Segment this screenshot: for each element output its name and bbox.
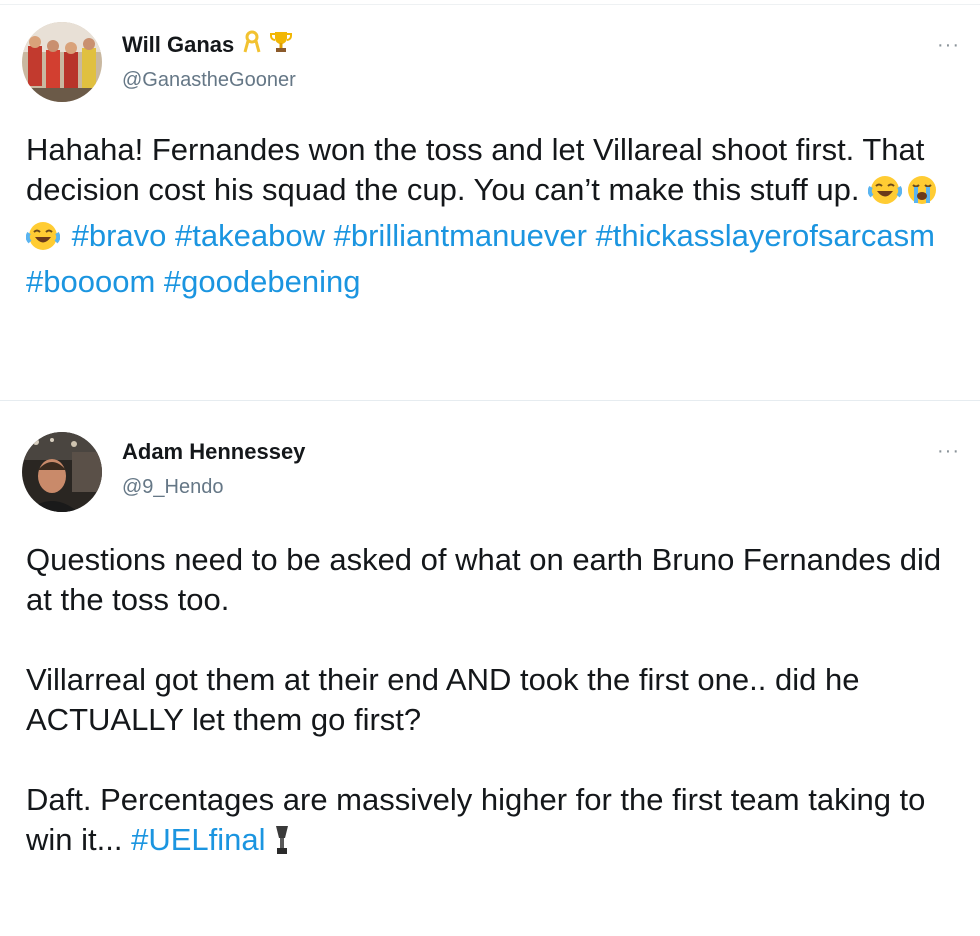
tweet-text: Questions need to be asked of what on ea… — [26, 540, 966, 866]
tweet-paragraph: Questions need to be asked of what on ea… — [26, 542, 942, 617]
hashtag-link[interactable]: #UELfinal — [131, 822, 265, 857]
hashtag-link[interactable]: #thickasslayerofsarcasm — [596, 218, 935, 253]
yellow-ribbon-icon — [243, 30, 261, 59]
handle[interactable]: @9_Hendo — [122, 474, 305, 500]
face-with-tears-of-joy-icon — [25, 220, 61, 262]
user-info: Will Ganas @GanastheGooner — [122, 30, 296, 93]
tweet-text: Hahaha! Fernandes won the toss and let V… — [25, 130, 966, 302]
tweet-paragraph: Daft. Percentages are massively higher f… — [26, 780, 966, 866]
tweet-card[interactable]: Will Ganas @GanastheGooner ··· Hahaha! F… — [0, 0, 980, 400]
display-name[interactable]: Will Ganas — [122, 31, 234, 59]
trophy-icon — [269, 30, 293, 59]
hashtag-link[interactable]: #takeabow — [175, 218, 325, 253]
hashtag-link[interactable]: #brilliantmanuever — [334, 218, 587, 253]
hashtag-link[interactable]: #boooom — [26, 264, 155, 299]
loudly-crying-face-icon — [905, 174, 939, 216]
handle[interactable]: @GanastheGooner — [122, 67, 296, 93]
tweet-card[interactable]: Adam Hennessey @9_Hendo ··· Questions ne… — [0, 418, 980, 936]
user-info: Adam Hennessey @9_Hendo — [122, 438, 305, 500]
display-name[interactable]: Adam Hennessey — [122, 438, 305, 466]
tweet-body: Hahaha! Fernandes won the toss and let V… — [26, 132, 925, 207]
tweet-divider — [0, 400, 980, 401]
hashtag-link[interactable]: #bravo — [72, 218, 167, 253]
avatar[interactable] — [22, 22, 102, 102]
hashtag-link[interactable]: #goodebening — [164, 264, 361, 299]
tweet-paragraph: Villarreal got them at their end AND too… — [26, 662, 860, 737]
trophy-icon — [274, 824, 290, 866]
more-options-icon[interactable]: ··· — [937, 441, 960, 461]
more-options-icon[interactable]: ··· — [937, 35, 960, 55]
face-with-tears-of-joy-icon — [867, 174, 903, 216]
avatar[interactable] — [22, 432, 102, 512]
